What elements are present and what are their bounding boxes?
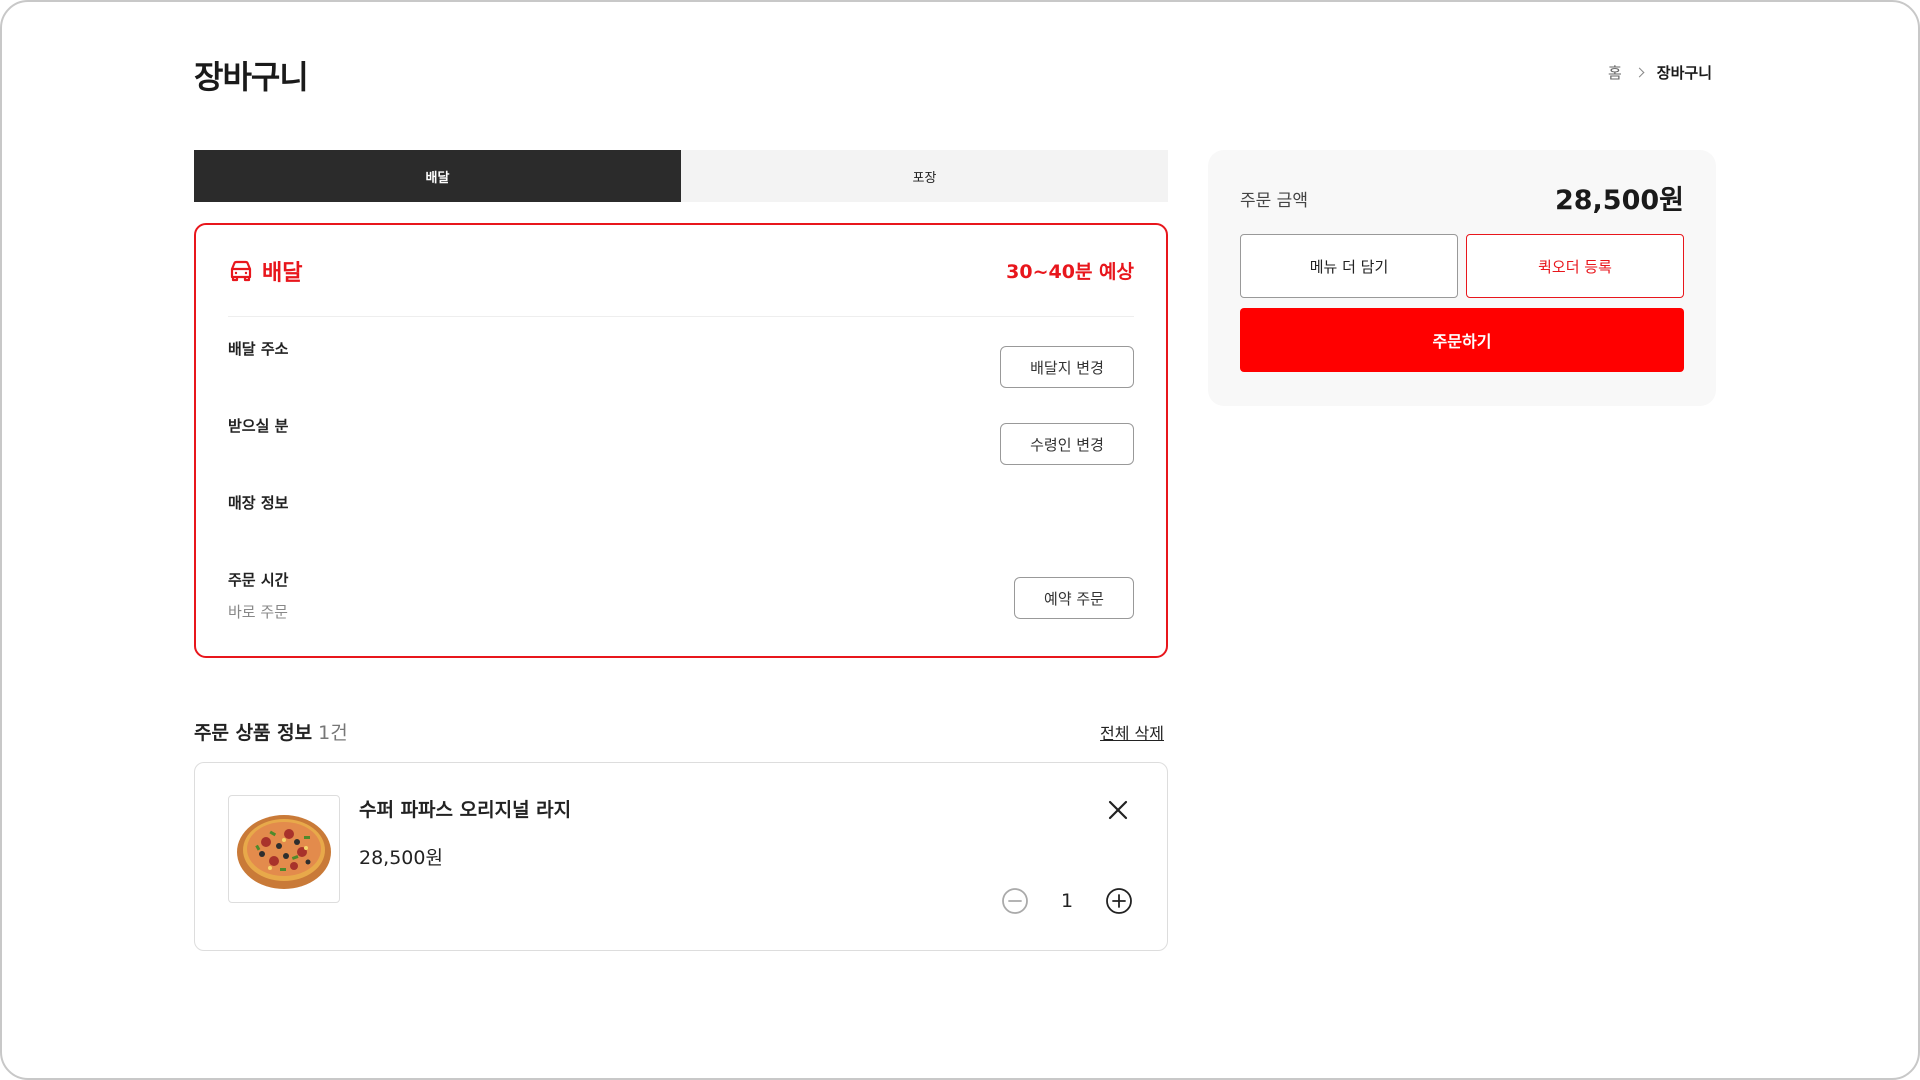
order-type-tabs: 배달 포장 <box>194 150 1168 202</box>
breadcrumb-home[interactable]: 홈 <box>1608 62 1622 83</box>
change-address-button[interactable]: 배달지 변경 <box>1000 346 1134 388</box>
order-time-value: 바로 주문 <box>228 603 288 621</box>
page-title: 장바구니 <box>194 58 309 96</box>
add-more-menu-button[interactable]: 메뉴 더 담기 <box>1240 234 1458 298</box>
place-order-button[interactable]: 주문하기 <box>1240 308 1684 372</box>
quantity-value: 1 <box>1060 890 1074 912</box>
order-items-title-text: 주문 상품 정보 <box>194 722 313 744</box>
order-amount-label: 주문 금액 <box>1240 191 1308 211</box>
quantity-stepper: 1 <box>1001 887 1133 915</box>
cart-item: 수퍼 파파스 오리지널 라지 28,500원 1 <box>194 762 1168 951</box>
plus-circle-icon[interactable] <box>1105 887 1133 915</box>
delete-all-button[interactable]: 전체 삭제 <box>1100 720 1164 744</box>
item-name: 수퍼 파파스 오리지널 라지 <box>359 799 572 821</box>
reserve-order-button[interactable]: 예약 주문 <box>1014 577 1134 619</box>
item-price: 28,500원 <box>359 847 443 869</box>
eta-text: 30~40분 예상 <box>1006 261 1134 283</box>
breadcrumb: 홈 장바구니 <box>1608 62 1712 83</box>
pizza-icon <box>237 815 331 889</box>
pizza-image <box>228 795 340 903</box>
delivery-header: 배달 30~40분 예상 <box>228 225 1134 317</box>
close-icon[interactable] <box>1105 797 1131 823</box>
breadcrumb-current: 장바구니 <box>1656 64 1712 82</box>
delivery-title: 배달 <box>228 255 302 287</box>
order-amount-value: 28,500원 <box>1554 185 1684 216</box>
store-info-label: 매장 정보 <box>228 494 289 512</box>
tab-delivery[interactable]: 배달 <box>194 150 681 202</box>
quick-order-register-button[interactable]: 퀵오더 등록 <box>1466 234 1684 298</box>
minus-circle-icon[interactable] <box>1001 887 1029 915</box>
change-recipient-button[interactable]: 수령인 변경 <box>1000 423 1134 465</box>
tab-takeout[interactable]: 포장 <box>681 150 1168 202</box>
chevron-right-icon <box>1634 67 1645 78</box>
delivery-info-panel: 배달 30~40분 예상 배달 주소 배달지 변경 받으실 분 수령인 변경 매… <box>194 223 1168 658</box>
car-icon <box>230 260 252 281</box>
delivery-title-text: 배달 <box>262 260 303 286</box>
recipient-label: 받으실 분 <box>228 417 289 435</box>
address-label: 배달 주소 <box>228 340 289 358</box>
app-window: 장바구니 홈 장바구니 배달 포장 배달 30~40분 예상 배달 주소 배달지… <box>0 0 1920 1080</box>
order-items-title: 주문 상품 정보 1건 <box>194 718 348 745</box>
order-time-label: 주문 시간 <box>228 571 289 589</box>
order-items-count: 1건 <box>318 722 348 744</box>
order-summary-panel: 주문 금액 28,500원 메뉴 더 담기 퀵오더 등록 주문하기 <box>1208 150 1716 406</box>
